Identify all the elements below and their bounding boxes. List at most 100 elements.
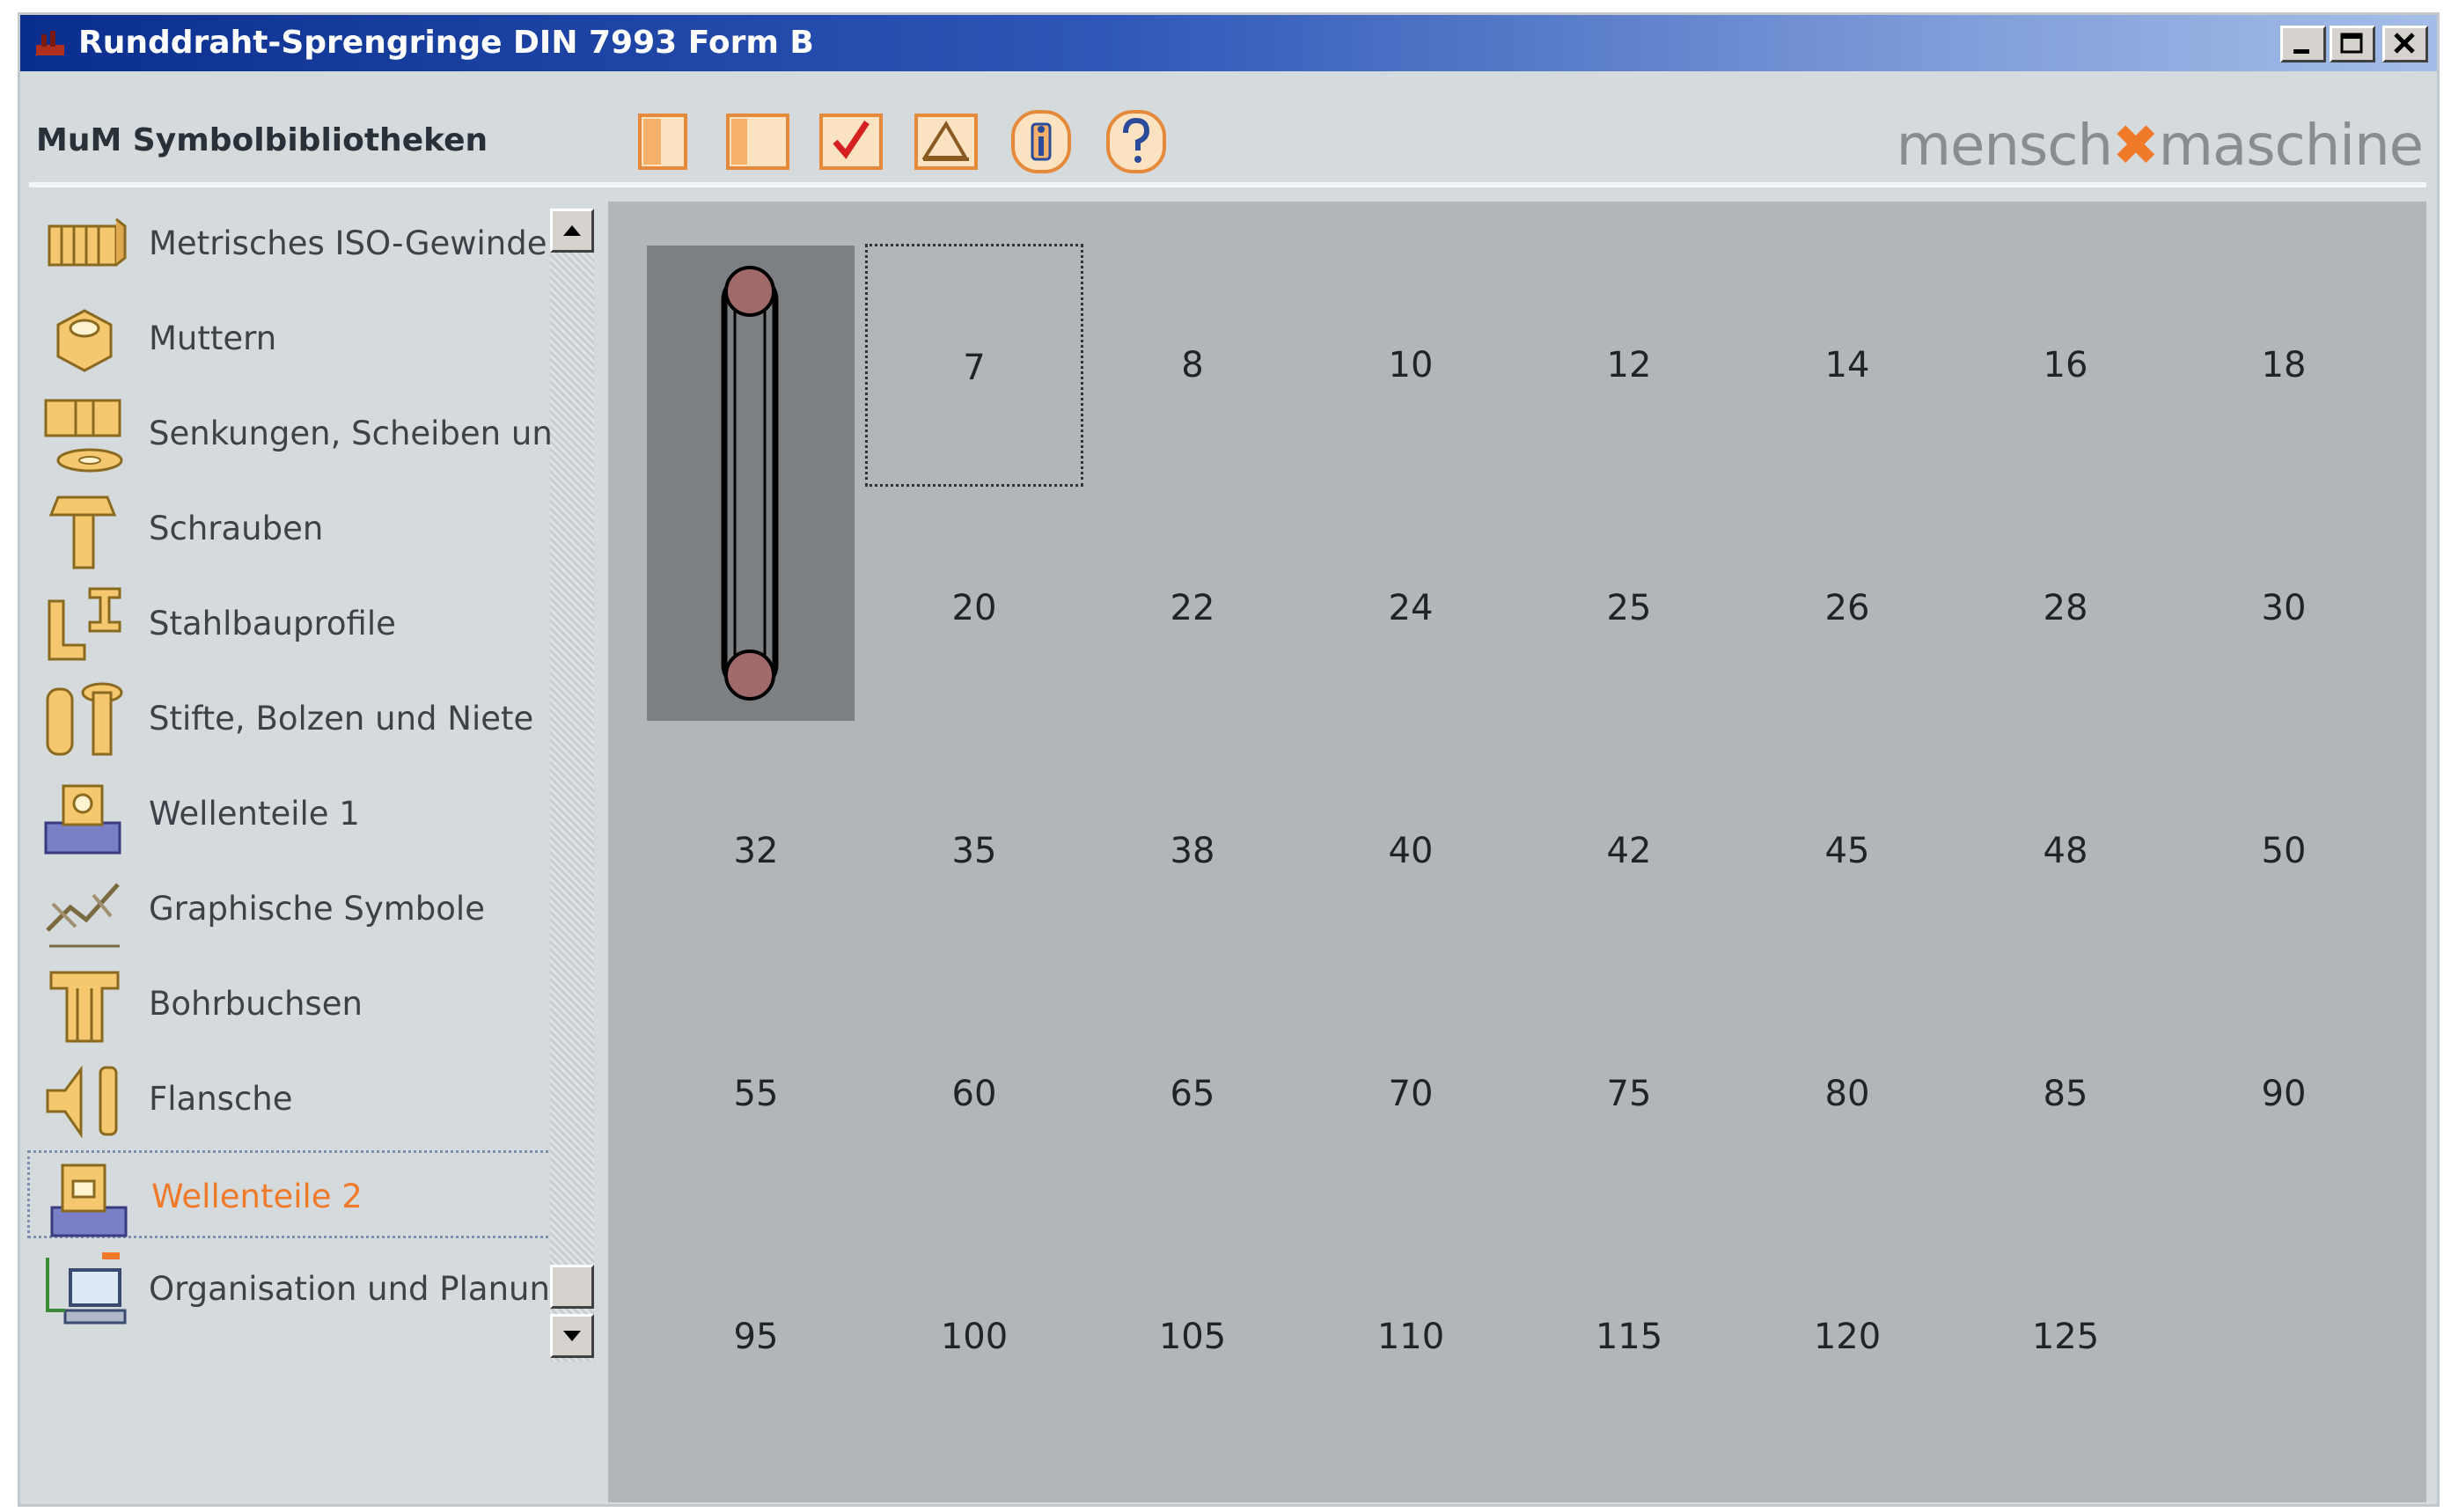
size-cell-24[interactable]: 24 <box>1302 487 1520 730</box>
size-cell-26[interactable]: 26 <box>1738 487 1956 730</box>
size-cell-115[interactable]: 115 <box>1520 1215 1738 1458</box>
brand-left: mensch <box>1896 114 2113 179</box>
screw-icon <box>48 495 117 569</box>
check-icon[interactable] <box>816 106 886 177</box>
size-cell-42[interactable]: 42 <box>1520 730 1738 973</box>
sidebar-item-label: Flansche <box>149 1080 293 1118</box>
size-cell-18[interactable]: 18 <box>2175 244 2393 487</box>
thread-icon <box>48 217 127 267</box>
size-cell-38[interactable]: 38 <box>1083 730 1302 973</box>
size-cell-125[interactable]: 125 <box>1956 1215 2175 1458</box>
size-cell-22[interactable]: 22 <box>1083 487 1302 730</box>
shaft-part-2-icon <box>50 1163 128 1237</box>
graphic-symbol-icon <box>46 883 120 948</box>
sidebar-scrollbar[interactable] <box>550 209 594 1362</box>
help-icon[interactable] <box>1101 106 1171 177</box>
size-cell-14[interactable]: 14 <box>1738 244 1956 487</box>
sidebar-item-label: Muttern <box>149 319 277 357</box>
snap-ring-preview-icon <box>721 266 779 701</box>
sidebar-item-label: Graphische Symbole <box>149 890 485 928</box>
sidebar-item-shaft-parts-2[interactable]: Wellenteile 2 <box>27 1150 555 1238</box>
size-cell-25[interactable]: 25 <box>1520 487 1738 730</box>
scroll-down-button[interactable] <box>550 1314 594 1358</box>
minimize-icon <box>2293 49 2309 54</box>
size-cell-40[interactable]: 40 <box>1302 730 1520 973</box>
size-grid: 7 8 10 12 14 16 18 20 22 24 25 26 28 30 32 35 38 40 42 45 48… <box>608 202 2426 1502</box>
sidebar-item-organisation[interactable]: Organisation und Planung <box>27 1245 555 1333</box>
sidebar-item-steel-profiles[interactable]: Stahlbauprofile <box>27 580 555 668</box>
sidebar-item-graphic-symbols[interactable]: Graphische Symbole <box>27 865 555 953</box>
sidebar-item-label: Senkungen, Scheiben und Du <box>149 415 554 452</box>
computer-icon <box>46 1252 127 1325</box>
brand-cross-icon: ✖ <box>2112 114 2160 179</box>
maximize-icon <box>2340 33 2363 54</box>
app-icon <box>36 31 64 55</box>
size-cell-70[interactable]: 70 <box>1302 973 1520 1215</box>
size-cell-80[interactable]: 80 <box>1738 973 1956 1215</box>
size-cell-45[interactable]: 45 <box>1738 730 1956 973</box>
sidebar-item-metric-thread[interactable]: Metrisches ISO-Gewinde <box>27 200 555 288</box>
sidebar-item-shaft-parts-1[interactable]: Wellenteile 1 <box>27 770 555 858</box>
library-title: MuM Symbolbibliotheken <box>36 122 488 158</box>
sidebar-item-label: Wellenteile 1 <box>149 795 360 833</box>
wide-view-icon[interactable] <box>723 106 793 177</box>
size-cell-10[interactable]: 10 <box>1302 244 1520 487</box>
sidebar-item-countersinks[interactable]: Senkungen, Scheiben und Du <box>27 390 555 478</box>
size-cell-100[interactable]: 100 <box>865 1215 1083 1458</box>
size-cell-16[interactable]: 16 <box>1956 244 2175 487</box>
size-cell-95[interactable]: 95 <box>647 1215 865 1458</box>
size-cell-48[interactable]: 48 <box>1956 730 2175 973</box>
sidebar-item-label: Metrisches ISO-Gewinde <box>149 224 547 262</box>
size-cell-105[interactable]: 105 <box>1083 1215 1302 1458</box>
size-cell-35[interactable]: 35 <box>865 730 1083 973</box>
minimize-button[interactable] <box>2280 26 2326 62</box>
size-cell-20[interactable]: 20 <box>865 487 1083 730</box>
size-cell-120[interactable]: 120 <box>1738 1215 1956 1458</box>
size-cell-28[interactable]: 28 <box>1956 487 2175 730</box>
size-cell-65[interactable]: 65 <box>1083 973 1302 1215</box>
size-cell-32[interactable]: 32 <box>647 730 865 973</box>
sidebar-item-drill-bushings[interactable]: Bohrbuchsen <box>27 960 555 1048</box>
size-cell-55[interactable]: 55 <box>647 973 865 1215</box>
sidebar-item-label: Stifte, Bolzen und Niete <box>149 700 534 738</box>
sidebar-item-label: Organisation und Planung <box>149 1270 554 1308</box>
single-view-icon[interactable] <box>627 106 698 177</box>
header-bar: MuM Symbolbibliotheken mensch✖maschine <box>20 71 2437 195</box>
sidebar-item-pins[interactable]: Stifte, Bolzen und Niete <box>27 675 555 763</box>
size-cell-30[interactable]: 30 <box>2175 487 2393 730</box>
size-cell-75[interactable]: 75 <box>1520 973 1738 1215</box>
category-sidebar: Metrisches ISO-Gewinde Muttern Senkungen… <box>27 200 555 1502</box>
sidebar-item-nuts[interactable]: Muttern <box>27 295 555 383</box>
steel-profile-icon <box>48 587 121 661</box>
app-window: Runddraht-Sprengringe DIN 7993 Form B Mu… <box>18 12 2440 1507</box>
drill-bushing-icon <box>49 971 120 1043</box>
sidebar-item-screws[interactable]: Schrauben <box>27 485 555 573</box>
brand-logo: mensch✖maschine <box>1896 114 2424 179</box>
close-button[interactable] <box>2382 26 2428 62</box>
sidebar-item-flanges[interactable]: Flansche <box>27 1055 555 1143</box>
size-cell-12[interactable]: 12 <box>1520 244 1738 487</box>
size-cell-7[interactable]: 7 <box>865 244 1083 487</box>
sidebar-item-label: Schrauben <box>149 510 324 547</box>
header-separator <box>29 182 2426 187</box>
size-cell-60[interactable]: 60 <box>865 973 1083 1215</box>
size-cell-85[interactable]: 85 <box>1956 973 2175 1215</box>
nut-icon <box>56 309 113 372</box>
flange-icon <box>46 1065 118 1139</box>
info-icon[interactable] <box>1006 106 1076 177</box>
sidebar-item-label: Wellenteile 2 <box>151 1178 363 1215</box>
size-cell-8[interactable]: 8 <box>1083 244 1302 487</box>
sidebar-item-label: Stahlbauprofile <box>149 605 396 642</box>
shaft-part-icon <box>44 784 121 855</box>
title-bar[interactable]: Runddraht-Sprengringe DIN 7993 Form B <box>20 15 2437 71</box>
size-cell-110[interactable]: 110 <box>1302 1215 1520 1458</box>
window-title: Runddraht-Sprengringe DIN 7993 Form B <box>78 25 814 61</box>
scroll-up-button[interactable] <box>550 209 594 253</box>
size-cell-50[interactable]: 50 <box>2175 730 2393 973</box>
scroll-thumb[interactable] <box>550 1265 594 1309</box>
maximize-button[interactable] <box>2330 26 2375 62</box>
pin-icon <box>46 682 123 756</box>
brand-right: maschine <box>2158 114 2424 179</box>
drawing-icon[interactable] <box>911 106 981 177</box>
size-cell-90[interactable]: 90 <box>2175 973 2393 1215</box>
